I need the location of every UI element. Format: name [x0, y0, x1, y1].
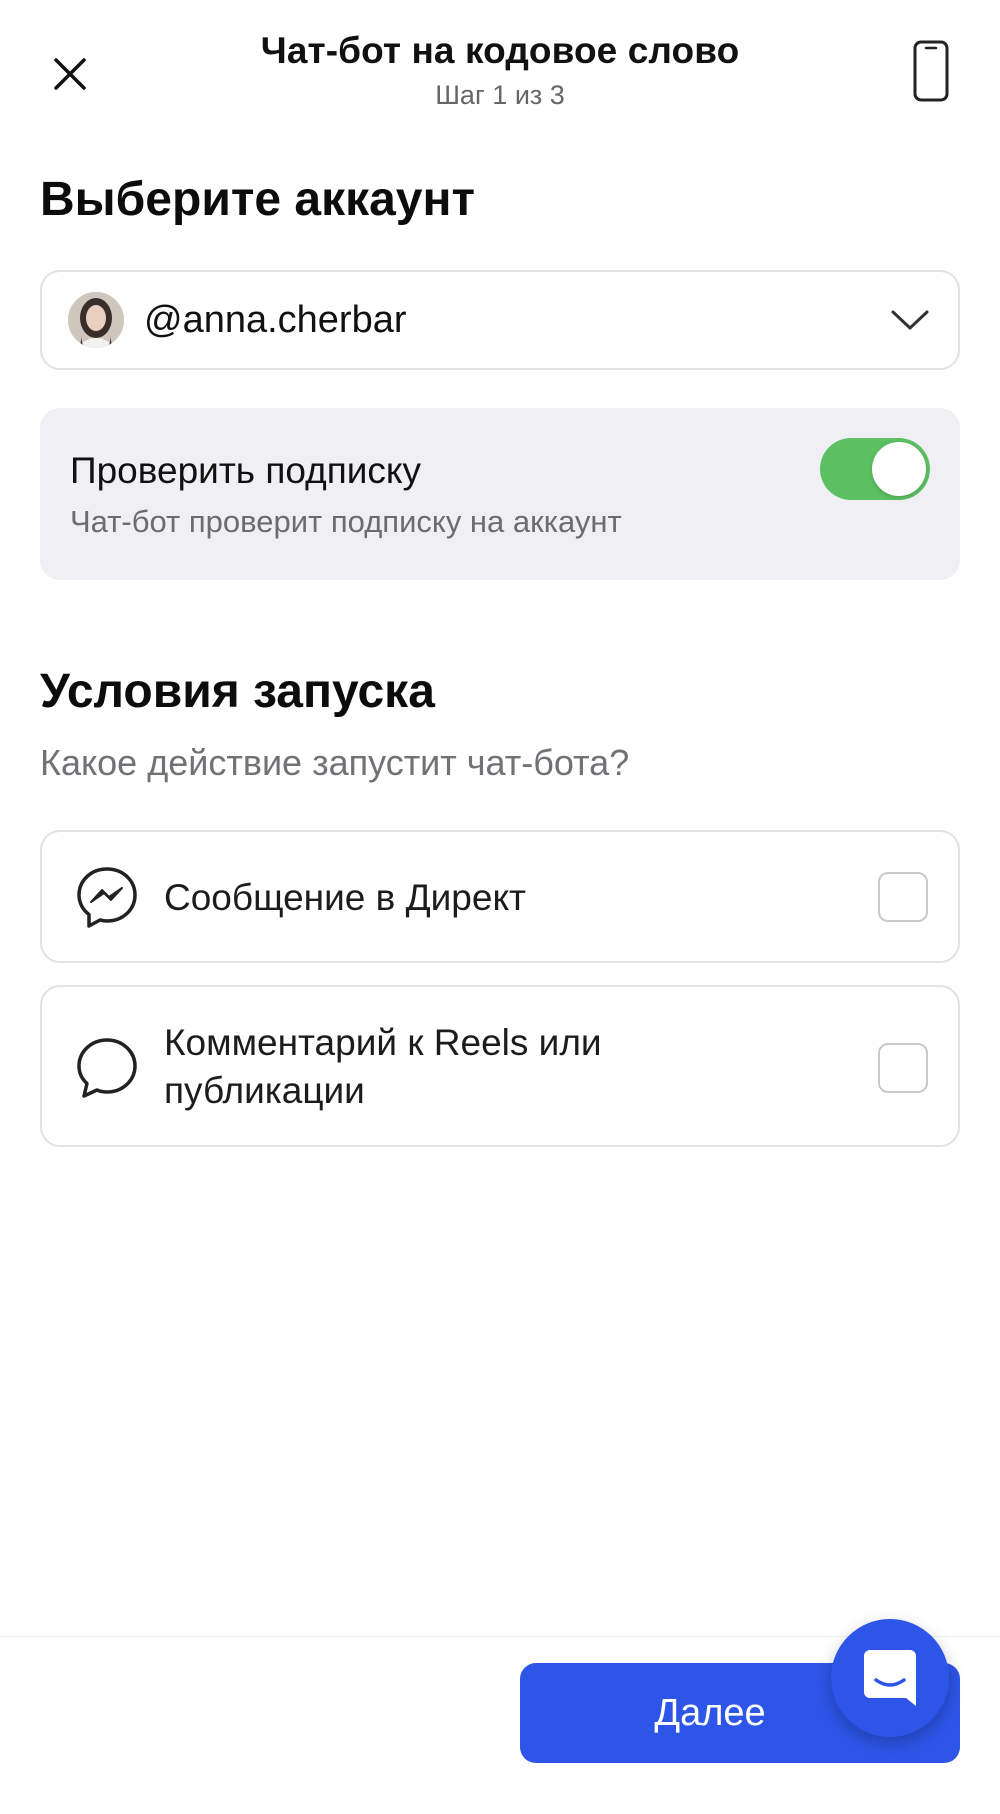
account-select[interactable]: @anna.cherbar	[40, 270, 960, 370]
messenger-icon	[74, 865, 140, 931]
option-direct-message-label: Сообщение в Директ	[164, 877, 526, 918]
launch-section-title: Условия запуска	[40, 665, 435, 718]
option-direct-message-checkbox[interactable]	[878, 872, 928, 922]
next-button-label: Далее	[654, 1691, 766, 1734]
option-comment-label: Комментарий к Reels или публикации	[164, 1022, 602, 1111]
page: Чат-бот на кодовое слово Шаг 1 из 3 Выбе…	[0, 0, 1000, 1814]
account-name: @anna.cherbar	[144, 298, 407, 341]
launch-section-hint: Какое действие запустит чат-бота?	[40, 742, 630, 783]
avatar	[68, 292, 124, 348]
subscription-check-title: Проверить подписку	[70, 450, 422, 491]
support-chat-button[interactable]	[831, 1619, 949, 1737]
toggle-knob	[872, 442, 926, 496]
option-comment-checkbox[interactable]	[878, 1043, 928, 1093]
preview-button[interactable]	[906, 38, 956, 104]
comment-bubble-icon	[74, 1035, 140, 1101]
subscription-check-description: Чат-бот проверит подписку на аккаунт	[70, 504, 622, 539]
chevron-down-icon	[888, 298, 932, 342]
subscription-check-toggle[interactable]	[820, 438, 930, 500]
step-indicator: Шаг 1 из 3	[435, 80, 565, 110]
option-comment[interactable]: Комментарий к Reels или публикации	[40, 985, 960, 1147]
page-title: Чат-бот на кодовое слово	[260, 30, 740, 71]
chat-icon	[864, 1650, 916, 1706]
subscription-check-panel: Проверить подписку Чат-бот проверит подп…	[40, 408, 960, 580]
phone-icon	[913, 40, 949, 102]
option-direct-message[interactable]: Сообщение в Директ	[40, 830, 960, 963]
account-section-title: Выберите аккаунт	[40, 173, 475, 226]
